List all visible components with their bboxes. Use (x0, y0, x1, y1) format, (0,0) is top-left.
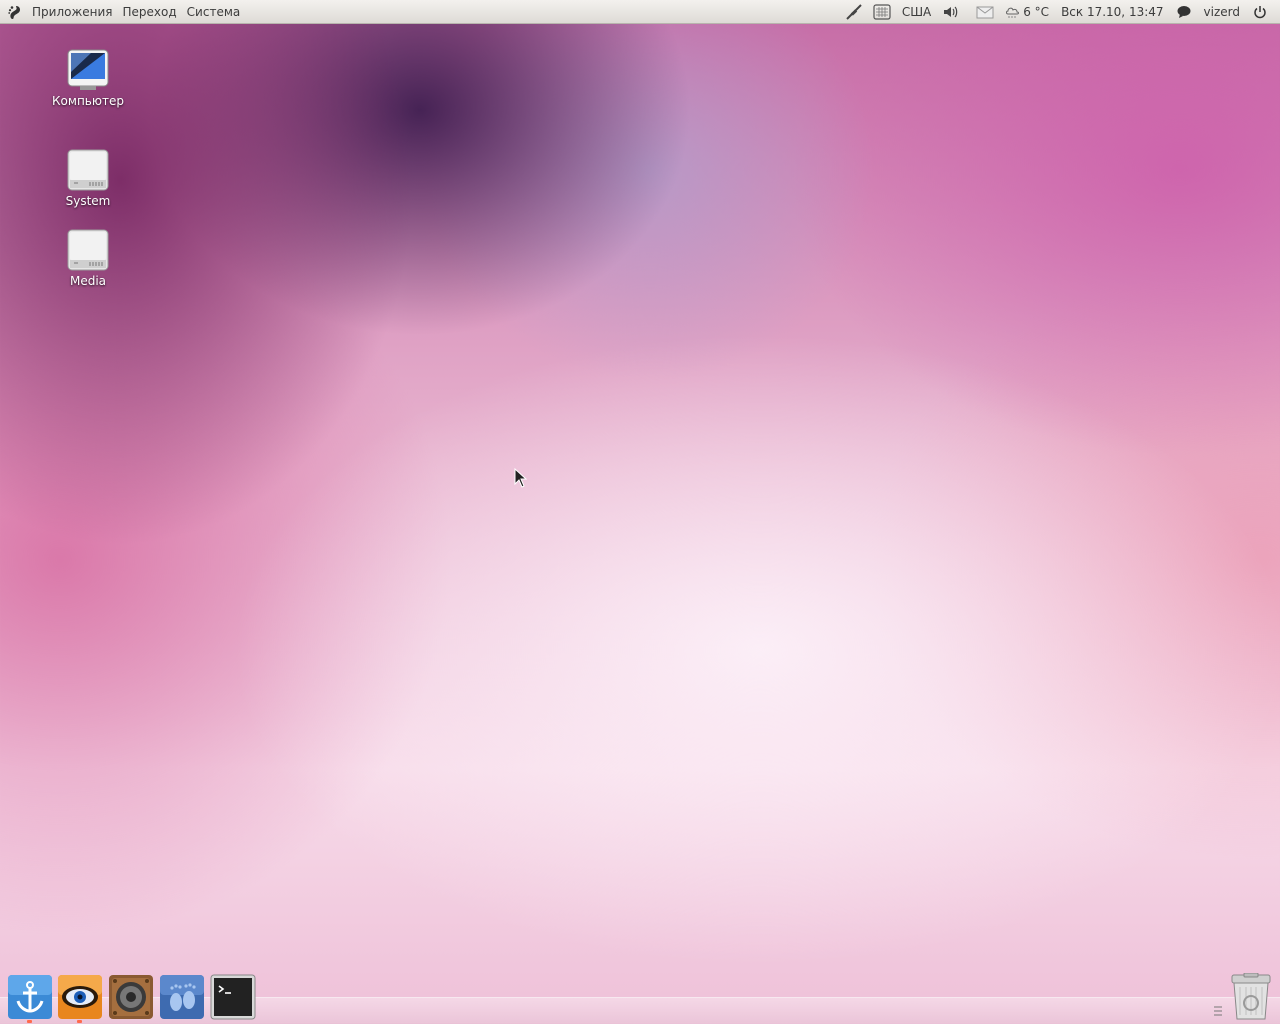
dock-item-speaker[interactable] (108, 974, 154, 1020)
panel-left: Приложения Переход Система (6, 0, 250, 24)
running-indicator (27, 1020, 32, 1023)
trash-icon (1231, 972, 1271, 1020)
menu-places[interactable]: Переход (123, 0, 177, 24)
menu-applications[interactable]: Приложения (32, 0, 113, 24)
running-indicator (77, 1020, 82, 1023)
mail-icon[interactable] (975, 2, 995, 22)
panel-right: США 6 °C Вск 17.10, 13:47 vizerd (840, 0, 1274, 24)
drive-icon (67, 149, 109, 191)
dock-item-eye[interactable] (57, 974, 103, 1023)
desktop-icon-label: Компьютер (52, 94, 124, 108)
gnome-foot-icon[interactable] (6, 3, 24, 21)
weather-temperature[interactable]: 6 °C (1023, 5, 1049, 19)
dock-item-docky[interactable] (7, 974, 53, 1023)
volume-icon[interactable] (941, 2, 961, 22)
desktop-icon-system[interactable]: System (43, 148, 133, 208)
weather-cloud-icon[interactable] (1003, 2, 1023, 22)
menu-system[interactable]: Система (187, 0, 241, 24)
desktop-icon-computer[interactable]: Компьютер (43, 48, 133, 108)
computer-icon (67, 49, 109, 90)
dock-item-gnome-do[interactable] (159, 974, 205, 1020)
desktop-icon-label: System (65, 194, 111, 208)
dock-resize-handle-icon[interactable] (1213, 1004, 1223, 1018)
clock[interactable]: Вск 17.10, 13:47 (1061, 5, 1163, 19)
dock-item-trash[interactable] (1228, 972, 1274, 1021)
keyboard-layout-indicator[interactable]: США (902, 5, 931, 19)
network-wired-icon[interactable] (844, 2, 864, 22)
anchor-icon (8, 975, 52, 1019)
chat-status-icon[interactable] (1174, 2, 1194, 22)
footprints-icon (160, 975, 204, 1019)
power-icon[interactable] (1250, 2, 1270, 22)
eye-icon (58, 975, 102, 1019)
drive-icon (67, 229, 109, 271)
mouse-cursor-icon (514, 468, 528, 488)
keyboard-icon[interactable] (872, 2, 892, 22)
terminal-icon (210, 974, 256, 1020)
dock-item-terminal[interactable] (210, 974, 256, 1020)
desktop-icon-media[interactable]: Media (43, 228, 133, 288)
username[interactable]: vizerd (1204, 5, 1240, 19)
top-panel: Приложения Переход Система США 6 °C Вск … (0, 0, 1280, 24)
speaker-icon (109, 975, 153, 1019)
desktop-icon-label: Media (69, 274, 107, 288)
